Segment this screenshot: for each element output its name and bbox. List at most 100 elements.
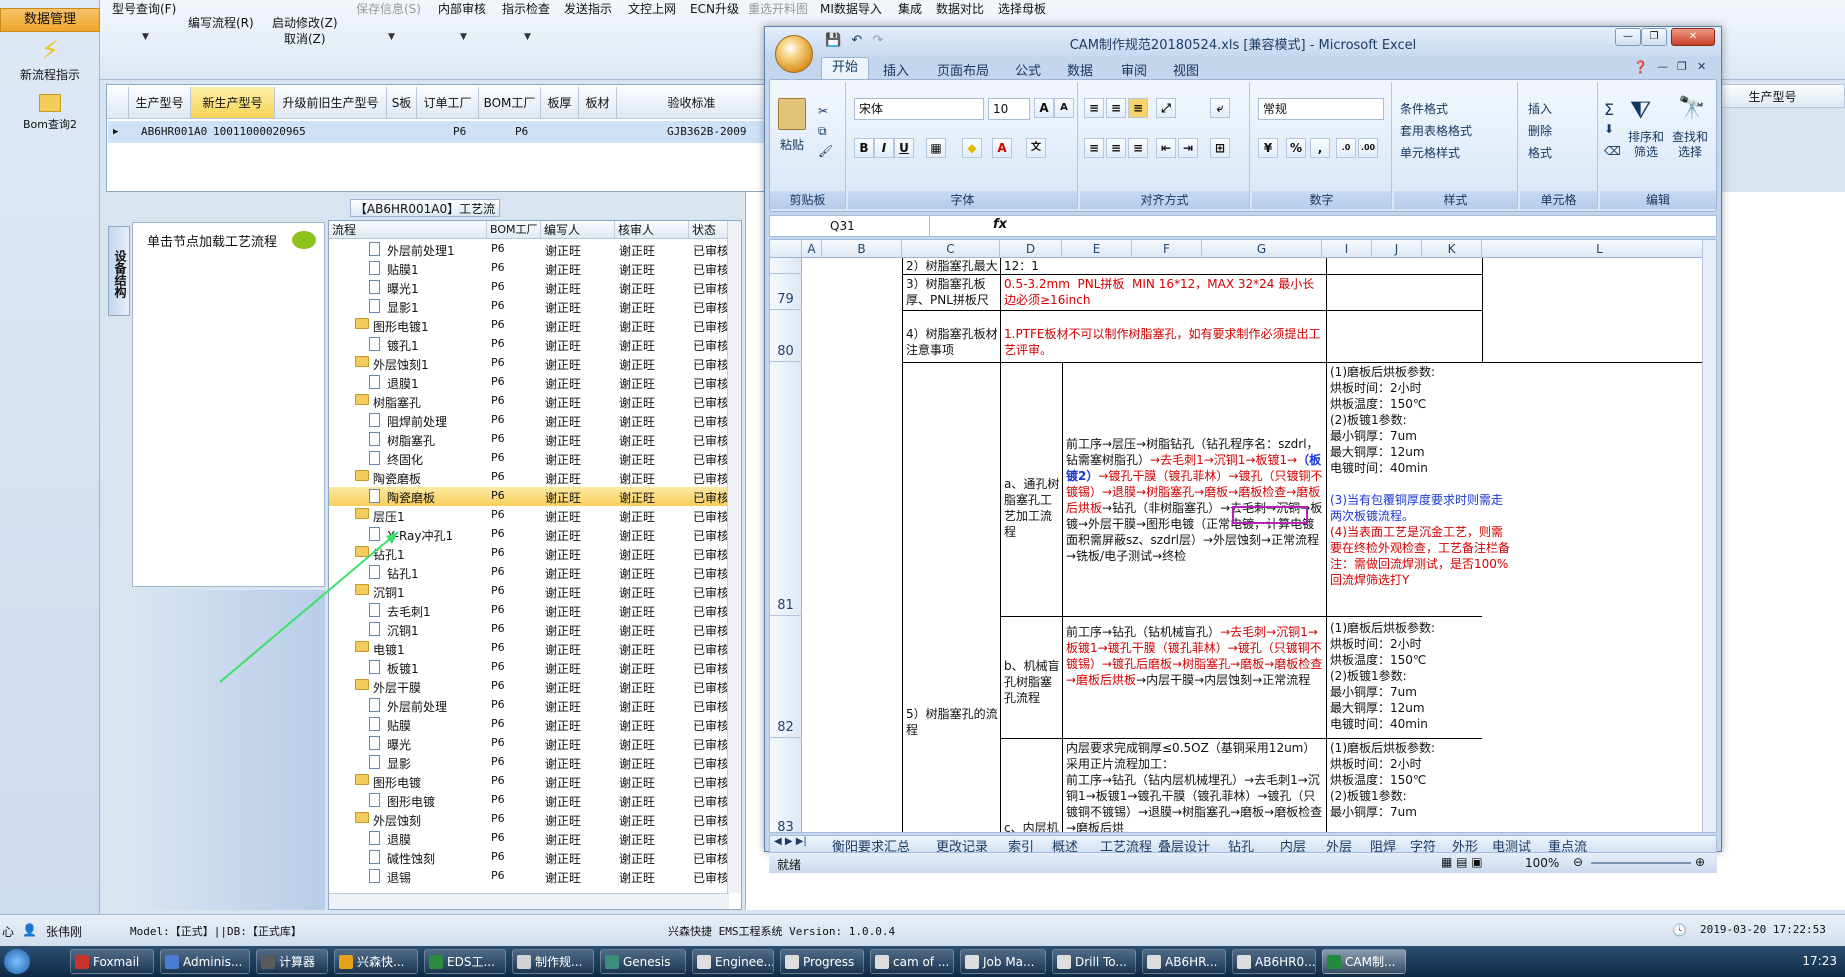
tree-row[interactable]: 退锡 P6 谢正旺 谢正旺 已审核	[329, 867, 729, 886]
font-name-select[interactable]: 宋体	[854, 98, 984, 120]
tree-row[interactable]: 退膜 P6 谢正旺 谢正旺 已审核	[329, 829, 729, 848]
view-buttons[interactable]: ▦ ▤ ▣	[1441, 855, 1483, 869]
binoculars-icon[interactable]: 🔭	[1678, 96, 1705, 121]
column-header[interactable]: B	[822, 240, 902, 258]
tree-row[interactable]: 曝光1 P6 谢正旺 谢正旺 已审核	[329, 278, 729, 297]
cell-e83[interactable]: 前工序→钻孔（钻机械盲孔）→去毛刺→沉铜1→板镀1→镀孔干膜（镀孔菲林）→镀孔（…	[1066, 624, 1326, 688]
row-header[interactable]: 83	[770, 738, 802, 832]
col-header-new-pn[interactable]: 新生产型号	[191, 87, 275, 119]
bold-button[interactable]: B	[854, 138, 874, 158]
merge-center-icon[interactable]: ⊞	[1210, 138, 1230, 158]
currency-icon[interactable]: ¥	[1258, 138, 1278, 158]
cell-standard[interactable]: GJB362B-2009	[667, 121, 746, 143]
clear-icon[interactable]: ⌫	[1604, 144, 1621, 158]
save-info-button[interactable]: 保存信息(S)	[356, 0, 421, 17]
copy-icon[interactable]: ⧉	[818, 124, 827, 139]
taskbar-button[interactable]: Foxmail	[70, 949, 154, 974]
phonetic-icon[interactable]: 文	[1026, 138, 1046, 158]
increase-indent-icon[interactable]: ⇥	[1178, 138, 1198, 158]
column-header[interactable]: A	[802, 240, 822, 258]
format-painter-icon[interactable]: 🖌	[818, 144, 833, 158]
taskbar-button[interactable]: Adminis...	[160, 949, 250, 974]
sheet-tab[interactable]: 概述	[1052, 836, 1078, 852]
sheet-tab[interactable]: 工艺流程	[1100, 836, 1152, 852]
orientation-icon[interactable]: ⤢	[1156, 98, 1176, 118]
row-header[interactable]	[770, 258, 802, 274]
col-header-order-factory[interactable]: 订单工厂	[417, 87, 479, 119]
tab-insert[interactable]: 插入	[883, 60, 909, 79]
taskbar-button[interactable]: AB6HR...	[1142, 949, 1226, 974]
tree-row[interactable]: 陶瓷磨板 P6 谢正旺 谢正旺 已审核	[329, 487, 729, 506]
sheet-tab[interactable]: 索引	[1008, 836, 1034, 852]
taskbar-button[interactable]: 制作规...	[512, 949, 594, 974]
sheet-tab[interactable]: 衡阳要求汇总	[832, 836, 910, 852]
autosum-icon[interactable]: Σ	[1604, 100, 1614, 119]
model-query-button[interactable]: 型号查询(F)	[112, 0, 176, 17]
row-header[interactable]: 81	[770, 362, 802, 616]
align-left-icon[interactable]: ≡	[1084, 138, 1104, 158]
start-button[interactable]	[4, 949, 30, 974]
shrink-font-icon[interactable]: A	[1054, 98, 1074, 118]
tree-row[interactable]: 外层蚀刻1 P6 谢正旺 谢正旺 已审核	[329, 354, 729, 373]
nav-new-flow[interactable]: ⚡ 新流程指示	[0, 36, 100, 83]
sheet-tab[interactable]: 外层	[1326, 836, 1352, 852]
selected-cell[interactable]	[1232, 506, 1308, 524]
horizontal-scrollbar[interactable]	[329, 893, 729, 909]
tree-row[interactable]: 显影1 P6 谢正旺 谢正旺 已审核	[329, 297, 729, 316]
row-header[interactable]: 79	[770, 274, 802, 310]
worksheet[interactable]: ABCDEFGIJKL 79 80 81 82 83 2）树脂塞孔最大板厚/钻孔比12：13…	[769, 239, 1717, 833]
tree-row[interactable]: 陶瓷磨板 P6 谢正旺 谢正旺 已审核	[329, 468, 729, 487]
decrease-indent-icon[interactable]: ⇤	[1156, 138, 1176, 158]
cell-i84[interactable]: (1)磨板后烘板参数: 烘板时间：2小时 烘板温度：150℃ (2)板镀1参数:…	[1330, 740, 1510, 832]
sheet-tab[interactable]: 重点流	[1548, 836, 1587, 852]
tree-row[interactable]: 曝光 P6 谢正旺 谢正旺 已审核	[329, 734, 729, 753]
column-header[interactable]: K	[1422, 240, 1482, 258]
delete-cells-button[interactable]: 删除	[1528, 122, 1552, 139]
select-motherboard-button[interactable]: 选择母板	[998, 0, 1046, 17]
sheet-tab[interactable]: 阻焊	[1370, 836, 1396, 852]
cell-d81[interactable]: 1.PTFE板材不可以制作树脂塞孔，如有要求制作必须提出工艺评审。	[1004, 326, 1324, 358]
zoom-out-icon[interactable]: ⊖	[1573, 855, 1583, 869]
internal-review-button[interactable]: 内部审核	[438, 0, 486, 17]
tree-header-status[interactable]: 状态	[689, 221, 729, 239]
close-icon[interactable]: ✕	[1697, 60, 1706, 73]
cell-order-factory[interactable]: P6	[453, 121, 466, 143]
chevron-down-icon[interactable]: ▼	[388, 32, 395, 42]
taskbar-button[interactable]: cam of ...	[870, 949, 954, 974]
tree-header-flow[interactable]: 流程	[329, 221, 487, 239]
help-icon[interactable]: ❓	[1633, 60, 1648, 74]
col-header-thickness[interactable]: 板厚	[541, 87, 579, 119]
row-header[interactable]: 82	[770, 616, 802, 738]
chevron-down-icon[interactable]: ▼	[460, 32, 467, 42]
cell-c79[interactable]: 2）树脂塞孔最大板厚/钻孔比	[906, 258, 1000, 274]
decrease-decimal-icon[interactable]: .00	[1358, 138, 1378, 158]
tree-row[interactable]: 贴膜1 P6 谢正旺 谢正旺 已审核	[329, 259, 729, 278]
align-middle-icon[interactable]: ≡	[1106, 98, 1126, 118]
paste-button[interactable]: 粘贴	[780, 136, 804, 153]
col-header-old-pn[interactable]: 升级前旧生产型号	[275, 87, 387, 119]
minimize-icon[interactable]: —	[1615, 28, 1641, 46]
col-header-pn[interactable]: 生产型号	[129, 87, 191, 119]
format-cells-button[interactable]: 格式	[1528, 144, 1552, 161]
align-top-icon[interactable]: ≡	[1084, 98, 1104, 118]
number-format-select[interactable]: 常规	[1258, 98, 1384, 120]
italic-button[interactable]: I	[874, 138, 894, 158]
sheet-tab[interactable]: 字符	[1410, 836, 1436, 852]
tab-review[interactable]: 审阅	[1121, 60, 1147, 79]
cell-d82[interactable]: a、通孔树脂塞孔工艺加工流程	[1004, 476, 1062, 540]
tree-row[interactable]: 退膜1 P6 谢正旺 谢正旺 已审核	[329, 373, 729, 392]
comma-button[interactable]: ,	[1310, 138, 1330, 158]
col-header-standard[interactable]: 验收标准	[617, 87, 767, 119]
start-modify-button[interactable]: 启动修改(Z)	[272, 14, 338, 31]
cancel-button[interactable]: 取消(Z)	[284, 30, 326, 47]
cell-d79[interactable]: 12：1	[1004, 258, 1324, 274]
restore-icon[interactable]: ❐	[1641, 28, 1667, 46]
row-header[interactable]: 80	[770, 310, 802, 362]
column-header[interactable]: D	[1000, 240, 1062, 258]
align-right-icon[interactable]: ≡	[1128, 138, 1148, 158]
integrate-button[interactable]: 集成	[898, 0, 922, 17]
align-bottom-icon[interactable]: ≡	[1128, 98, 1148, 118]
tree-row[interactable]: 镀孔1 P6 谢正旺 谢正旺 已审核	[329, 335, 729, 354]
tree-header-writer[interactable]: 编写人	[541, 221, 615, 239]
taskbar-button[interactable]: 兴森快...	[334, 949, 418, 974]
